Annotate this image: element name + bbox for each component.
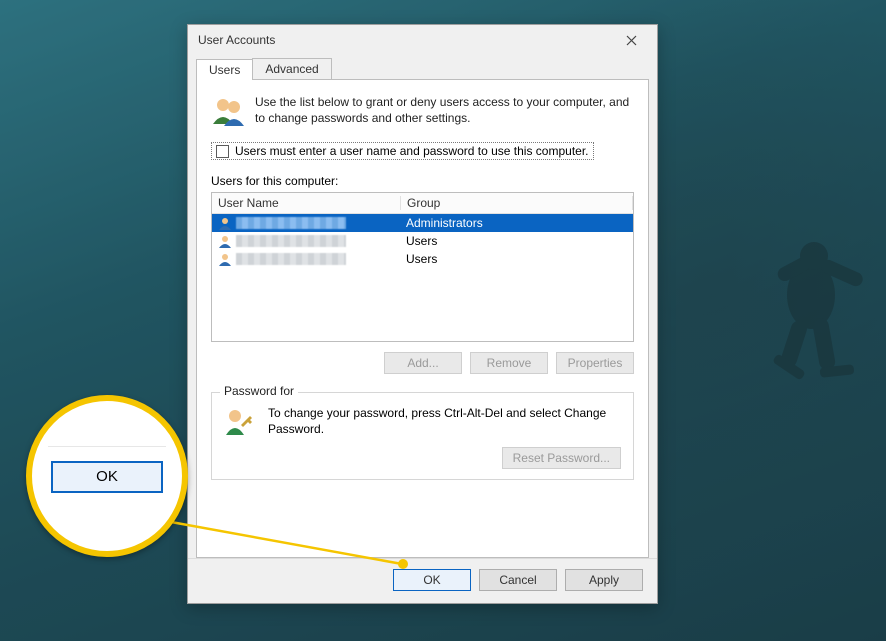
reset-password-button[interactable]: Reset Password... bbox=[502, 447, 621, 469]
magnified-ok-button: OK bbox=[51, 461, 163, 493]
group-cell: Users bbox=[400, 234, 633, 248]
user-list-buttons: Add... Remove Properties bbox=[211, 352, 634, 374]
dialog-footer-buttons: OK Cancel Apply bbox=[188, 558, 657, 603]
user-row[interactable]: Administrators bbox=[212, 214, 633, 232]
dialog-title: User Accounts bbox=[198, 33, 611, 47]
user-icon bbox=[218, 234, 232, 248]
username-redacted bbox=[236, 253, 346, 265]
users-icon bbox=[211, 94, 245, 128]
require-login-label: Users must enter a user name and passwor… bbox=[235, 144, 589, 158]
col-username[interactable]: User Name bbox=[212, 196, 401, 210]
user-list-header: User Name Group bbox=[212, 193, 633, 214]
intro-row: Use the list below to grant or deny user… bbox=[211, 94, 634, 128]
magnifier-lens: OK bbox=[26, 395, 188, 557]
properties-button[interactable]: Properties bbox=[556, 352, 634, 374]
user-row[interactable]: Users bbox=[212, 250, 633, 268]
ok-button[interactable]: OK bbox=[393, 569, 471, 591]
username-redacted bbox=[236, 217, 346, 229]
user-row[interactable]: Users bbox=[212, 232, 633, 250]
key-icon bbox=[224, 405, 256, 437]
intro-text: Use the list below to grant or deny user… bbox=[255, 94, 634, 126]
user-icon bbox=[218, 216, 232, 230]
apply-button[interactable]: Apply bbox=[565, 569, 643, 591]
group-cell: Users bbox=[400, 252, 633, 266]
user-list-label: Users for this computer: bbox=[211, 174, 634, 188]
password-text: To change your password, press Ctrl-Alt-… bbox=[268, 405, 621, 437]
checkbox-icon bbox=[216, 145, 229, 158]
close-button[interactable] bbox=[611, 27, 651, 53]
tab-advanced[interactable]: Advanced bbox=[252, 58, 331, 79]
password-groupbox: Password for To change your password, pr… bbox=[211, 392, 634, 480]
tab-strip: Users Advanced bbox=[196, 55, 649, 80]
cancel-button[interactable]: Cancel bbox=[479, 569, 557, 591]
col-group[interactable]: Group bbox=[401, 196, 633, 210]
titlebar[interactable]: User Accounts bbox=[188, 25, 657, 55]
require-login-checkbox-row[interactable]: Users must enter a user name and passwor… bbox=[211, 142, 594, 160]
close-icon bbox=[626, 35, 637, 46]
desktop-background: User Accounts Users Advanced Use the lis… bbox=[0, 0, 886, 641]
user-icon bbox=[218, 252, 232, 266]
user-list[interactable]: User Name Group Administrators Users bbox=[211, 192, 634, 342]
tab-users[interactable]: Users bbox=[196, 59, 253, 80]
add-user-button[interactable]: Add... bbox=[384, 352, 462, 374]
group-cell: Administrators bbox=[400, 216, 633, 230]
tab-panel-users: Use the list below to grant or deny user… bbox=[196, 80, 649, 558]
password-legend: Password for bbox=[220, 384, 298, 398]
username-redacted bbox=[236, 235, 346, 247]
callout-dot bbox=[398, 559, 408, 569]
remove-user-button[interactable]: Remove bbox=[470, 352, 548, 374]
user-accounts-dialog: User Accounts Users Advanced Use the lis… bbox=[187, 24, 658, 604]
